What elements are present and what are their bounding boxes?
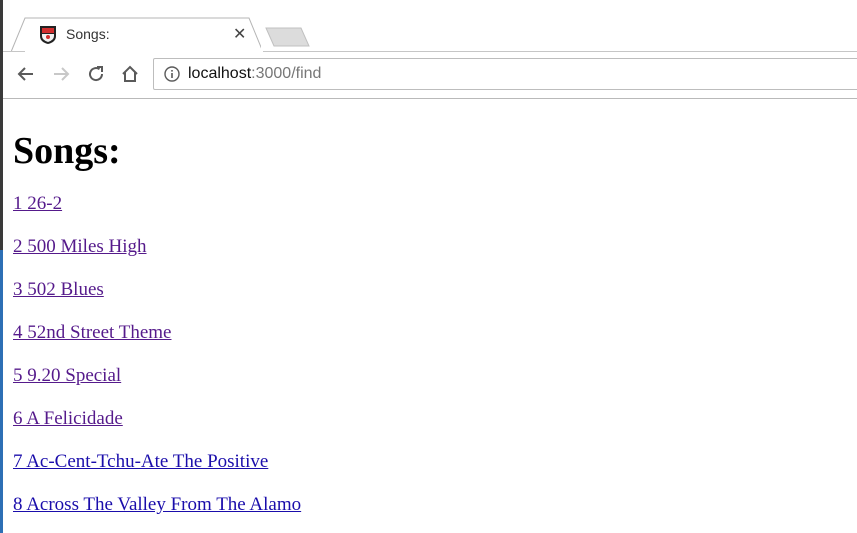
song-link[interactable]: 3 502 Blues bbox=[13, 279, 104, 300]
list-item: 8 Across The Valley From The Alamo bbox=[13, 492, 853, 518]
song-link[interactable]: 5 9.20 Special bbox=[13, 365, 121, 386]
list-item: 4 52nd Street Theme bbox=[13, 320, 853, 346]
address-bar[interactable]: localhost:3000/find bbox=[153, 58, 857, 90]
url-host: localhost bbox=[188, 65, 252, 82]
song-link[interactable]: 6 A Felicidade bbox=[13, 408, 123, 429]
close-icon[interactable]: ✕ bbox=[233, 24, 246, 44]
song-list: 1 26-2 2 500 Miles High 3 502 Blues 4 52nd … bbox=[13, 191, 853, 518]
browser-toolbar: localhost:3000/find bbox=[3, 52, 857, 99]
list-item: 5 9.20 Special bbox=[13, 363, 853, 389]
song-link[interactable]: 8 Across The Valley From The Alamo bbox=[13, 494, 301, 515]
page-title: Songs: bbox=[13, 130, 121, 172]
list-item: 6 A Felicidade bbox=[13, 406, 853, 432]
list-item: 7 Ac-Cent-Tchu-Ate The Positive bbox=[13, 449, 853, 475]
tab-title: Songs: bbox=[66, 26, 110, 42]
song-link[interactable]: 2 500 Miles High bbox=[13, 236, 147, 257]
shield-favicon-icon bbox=[39, 25, 57, 45]
home-icon[interactable] bbox=[119, 63, 141, 85]
list-item: 3 502 Blues bbox=[13, 277, 853, 303]
info-icon[interactable] bbox=[164, 66, 180, 82]
tab-strip: Songs: ✕ bbox=[3, 0, 857, 53]
page-content: Songs: 1 26-2 2 500 Miles High 3 502 Blues… bbox=[13, 99, 853, 533]
song-link[interactable]: 7 Ac-Cent-Tchu-Ate The Positive bbox=[13, 451, 268, 472]
tab-songs[interactable]: Songs: ✕ bbox=[11, 17, 261, 53]
url-path: :3000/find bbox=[251, 65, 322, 82]
song-link[interactable]: 1 26-2 bbox=[13, 193, 62, 214]
address-url: localhost:3000/find bbox=[188, 65, 321, 83]
new-tab-button[interactable] bbox=[265, 27, 311, 47]
list-item: 2 500 Miles High bbox=[13, 234, 853, 260]
forward-arrow-icon[interactable] bbox=[50, 63, 72, 85]
back-arrow-icon[interactable] bbox=[15, 63, 37, 85]
reload-icon[interactable] bbox=[85, 63, 107, 85]
song-link[interactable]: 4 52nd Street Theme bbox=[13, 322, 171, 343]
list-item: 1 26-2 bbox=[13, 191, 853, 217]
